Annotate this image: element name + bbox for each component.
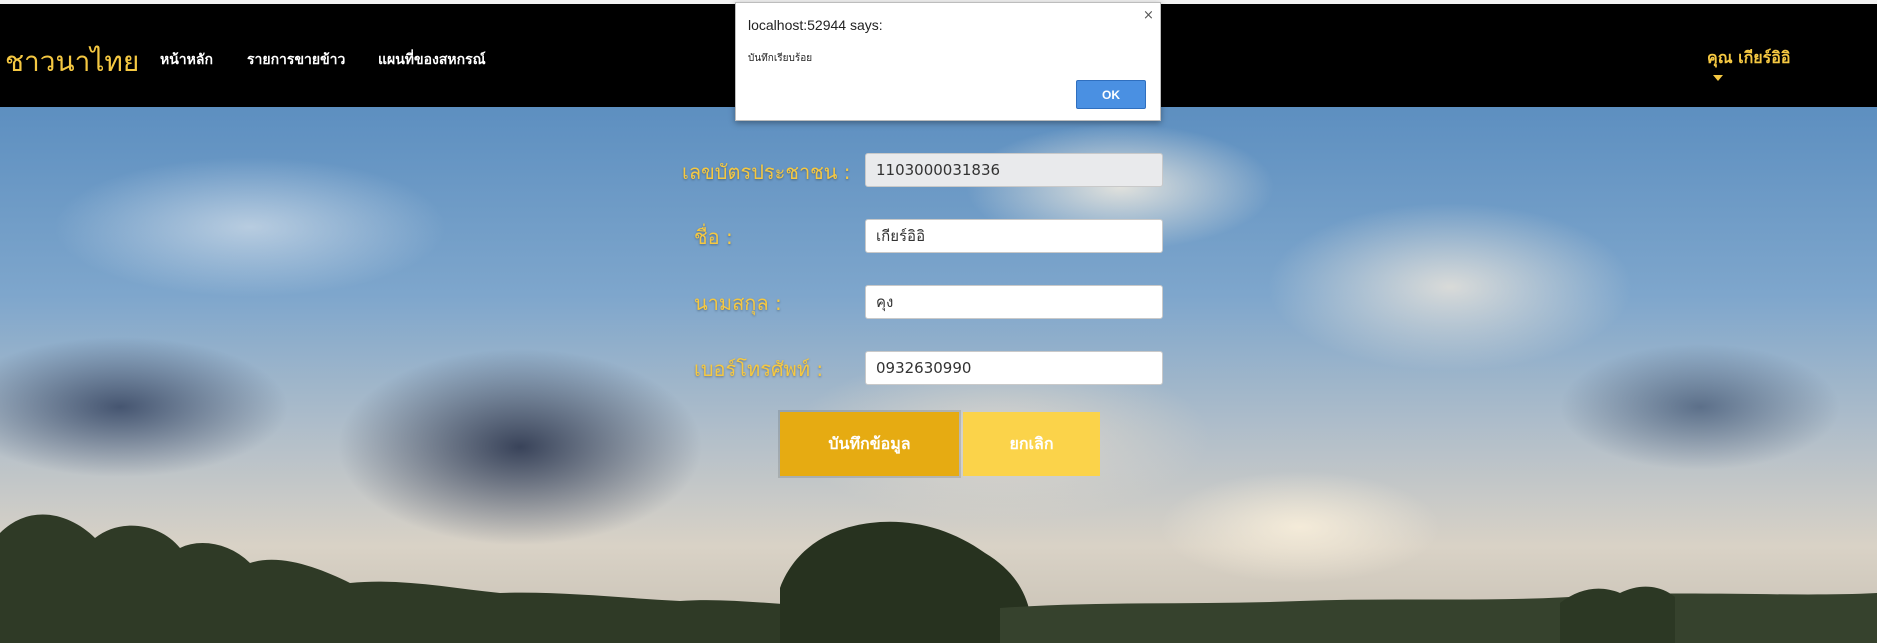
label-phone: เบอร์โทรศัพท์ :	[694, 357, 824, 381]
alert-dialog: localhost:52944 says: × บันทึกเรียบร้อย …	[735, 2, 1161, 121]
cancel-button[interactable]: ยกเลิก	[963, 412, 1100, 476]
label-last-name: นามสกุล :	[694, 291, 782, 315]
nav-link-coop-map[interactable]: แผนที่ของสหกรณ์	[378, 49, 486, 71]
caret-down-icon[interactable]	[1713, 75, 1723, 81]
close-icon[interactable]: ×	[1143, 8, 1154, 23]
phone-field[interactable]	[865, 351, 1163, 385]
label-first-name: ชื่อ :	[694, 225, 733, 249]
save-button[interactable]: บันทึกข้อมูล	[780, 412, 959, 476]
ok-button[interactable]: OK	[1076, 80, 1146, 109]
first-name-field[interactable]	[865, 219, 1163, 253]
nav-link-home[interactable]: หน้าหลัก	[160, 49, 213, 71]
label-id-card: เลขบัตรประชาชน :	[682, 160, 851, 184]
brand-logo[interactable]: ชาวนาไทย	[5, 40, 139, 84]
treeline-silhouette	[0, 514, 1877, 643]
last-name-field[interactable]	[865, 285, 1163, 319]
dialog-title: localhost:52944 says:	[748, 17, 883, 33]
id-card-field[interactable]	[865, 153, 1163, 187]
nav-link-rice-sales[interactable]: รายการขายข้าว	[247, 49, 345, 71]
dialog-message: บันทึกเรียบร้อย	[748, 53, 813, 64]
user-menu[interactable]: คุณ เกียร์อิอิ	[1707, 46, 1790, 71]
